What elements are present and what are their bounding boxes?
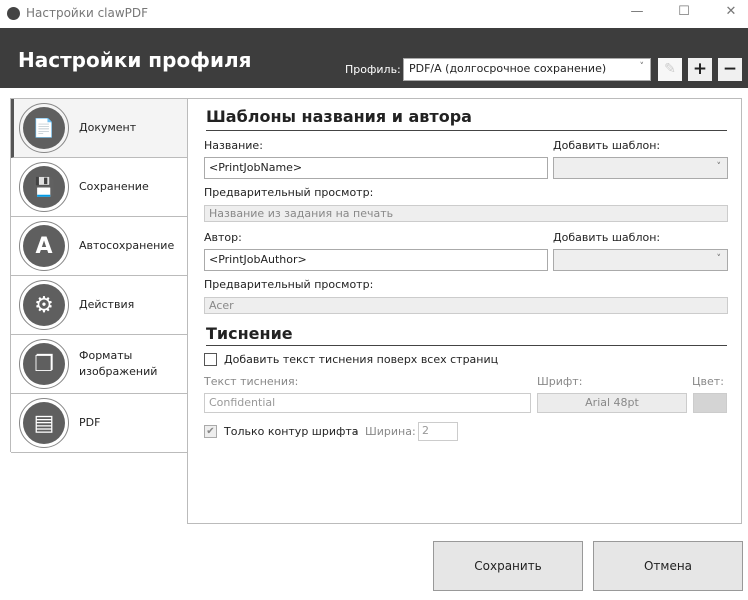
add-profile-button[interactable]: + bbox=[688, 58, 712, 81]
outline-checkbox-label: Только контур шрифта bbox=[224, 425, 359, 438]
width-input[interactable]: 2 bbox=[418, 422, 458, 441]
profile-select[interactable]: PDF/A (долгосрочное сохранение) ˅ bbox=[403, 58, 651, 81]
outline-checkbox[interactable]: ✔ bbox=[204, 425, 217, 438]
images-icon: ❐ bbox=[19, 339, 69, 389]
maximize-button[interactable]: ☐ bbox=[669, 4, 699, 22]
author-label: Автор: bbox=[204, 231, 242, 244]
cancel-button[interactable]: Отмена bbox=[593, 541, 743, 591]
minimize-button[interactable]: — bbox=[622, 4, 652, 22]
name-input[interactable]: <PrintJobName> bbox=[204, 157, 548, 179]
sidebar-item-save[interactable]: 💾 Сохранение bbox=[11, 158, 188, 217]
sidebar-item-label: Документ bbox=[79, 121, 137, 134]
chevron-down-icon: ˅ bbox=[716, 254, 722, 264]
gear-icon: ⚙ bbox=[19, 280, 69, 330]
document-settings-panel: Шаблоны названия и автора Название: Доба… bbox=[187, 98, 742, 524]
stamp-checkbox[interactable] bbox=[204, 353, 217, 366]
name-preview: Название из задания на печать bbox=[204, 205, 728, 222]
add-template-label: Добавить шаблон: bbox=[553, 231, 661, 244]
close-button[interactable]: ✕ bbox=[716, 4, 746, 22]
floppy-disk-icon: 💾 bbox=[19, 162, 69, 212]
font-button[interactable]: Arial 48pt bbox=[537, 393, 687, 413]
stamp-checkbox-label: Добавить текст тиснения поверх всех стра… bbox=[224, 353, 499, 366]
window-title: Настройки clawPDF bbox=[26, 6, 149, 20]
sidebar-item-label: PDF bbox=[79, 416, 101, 429]
stamp-text-label: Текст тиснения: bbox=[204, 375, 299, 388]
preview-label: Предварительный просмотр: bbox=[204, 186, 374, 199]
dash: - bbox=[354, 425, 358, 438]
section-title-stamp: Тиснение bbox=[206, 324, 293, 343]
sidebar-item-document[interactable]: 📄 Документ bbox=[11, 99, 188, 158]
sidebar-item-autosave[interactable]: A Автосохранение bbox=[11, 217, 188, 276]
profile-value: PDF/A (долгосрочное сохранение) bbox=[409, 62, 607, 75]
color-label: Цвет: bbox=[692, 375, 724, 388]
sidebar-item-label: Автосохранение bbox=[79, 239, 175, 252]
sidebar-item-actions[interactable]: ⚙ Действия bbox=[11, 276, 188, 335]
sidebar-item-label: Действия bbox=[79, 298, 135, 311]
stamp-text-input[interactable]: Confidential bbox=[204, 393, 531, 413]
profile-label: Профиль: bbox=[345, 63, 401, 76]
author-template-select[interactable]: ˅ bbox=[553, 249, 728, 271]
sidebar-item-image-formats[interactable]: ❐ Форматы изображений bbox=[11, 335, 188, 394]
page-title: Настройки профиля bbox=[18, 48, 252, 72]
sidebar-item-pdf[interactable]: ▤ PDF bbox=[11, 394, 188, 453]
preview-label: Предварительный просмотр: bbox=[204, 278, 374, 291]
divider bbox=[206, 130, 727, 131]
name-template-select[interactable]: ˅ bbox=[553, 157, 728, 179]
width-label: Ширина: bbox=[365, 425, 416, 438]
sidebar-item-label: Сохранение bbox=[79, 180, 149, 193]
pdf-document-icon: ▤ bbox=[19, 398, 69, 448]
chevron-down-icon: ˅ bbox=[639, 62, 645, 72]
author-input[interactable]: <PrintJobAuthor> bbox=[204, 249, 548, 271]
sidebar-item-label: Форматы изображений bbox=[79, 349, 158, 378]
color-picker-button[interactable] bbox=[693, 393, 727, 413]
remove-profile-button[interactable]: − bbox=[718, 58, 742, 81]
header: Настройки профиля Профиль: PDF/A (долгос… bbox=[0, 28, 748, 88]
name-label: Название: bbox=[204, 139, 263, 152]
letter-a-icon: A bbox=[19, 221, 69, 271]
add-template-label: Добавить шаблон: bbox=[553, 139, 661, 152]
save-button[interactable]: Сохранить bbox=[433, 541, 583, 591]
font-label: Шрифт: bbox=[537, 375, 583, 388]
app-icon bbox=[7, 7, 20, 20]
document-icon: 📄 bbox=[19, 103, 69, 153]
author-preview: Acer bbox=[204, 297, 728, 314]
section-title-name-author: Шаблоны названия и автора bbox=[206, 107, 472, 126]
title-bar: Настройки clawPDF — ☐ ✕ bbox=[0, 0, 748, 28]
chevron-down-icon: ˅ bbox=[716, 162, 722, 172]
edit-profile-button[interactable]: ✎ bbox=[658, 58, 682, 81]
sidebar: 📄 Документ 💾 Сохранение A Автосохранение ⚙ Д… bbox=[10, 98, 188, 453]
divider bbox=[206, 345, 727, 346]
